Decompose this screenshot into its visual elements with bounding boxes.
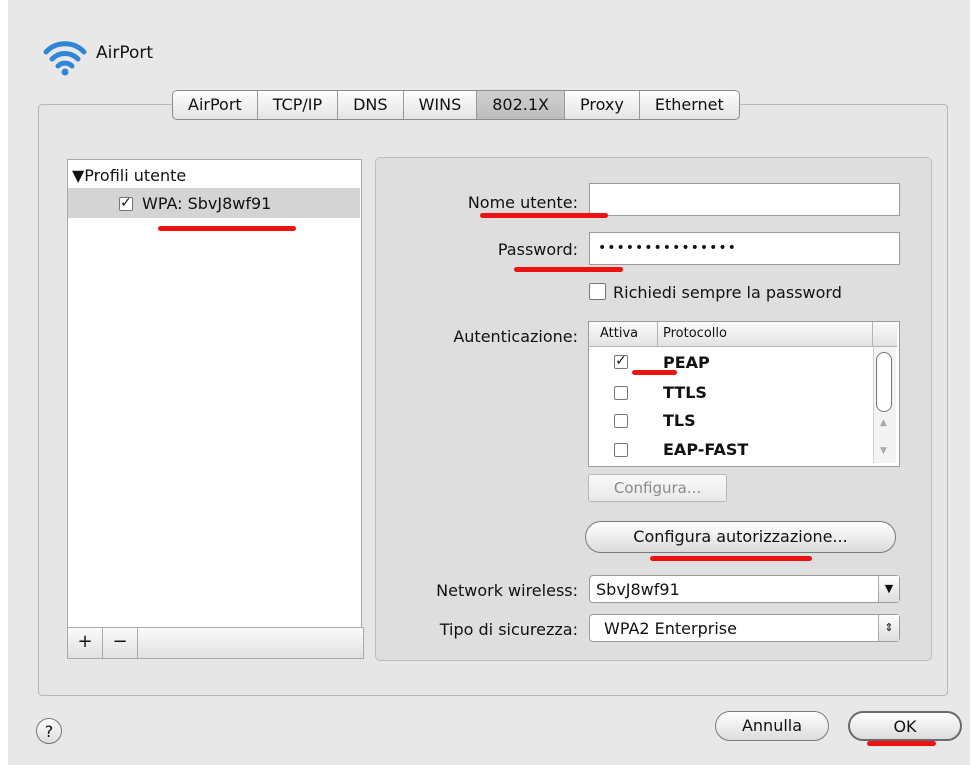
ok-button[interactable]: OK [848, 711, 962, 741]
help-button[interactable]: ? [36, 718, 62, 744]
annotation-underline [514, 267, 623, 272]
auth-col-divider [872, 322, 873, 346]
tab-tcpip[interactable]: TCP/IP [258, 91, 339, 119]
username-field[interactable] [589, 183, 900, 216]
tab-wins[interactable]: WINS [404, 91, 478, 119]
eap-fast-checkbox[interactable] [614, 443, 628, 457]
protocol-ttls[interactable]: TTLS [663, 383, 707, 402]
window-title: AirPort [96, 43, 154, 63]
wifi-icon [43, 41, 87, 76]
password-label: Password: [497, 240, 578, 259]
tab-ethernet[interactable]: Ethernet [640, 91, 739, 119]
wireless-network-value: SbvJ8wf91 [596, 580, 680, 599]
scrollbar-thumb[interactable] [876, 352, 892, 412]
tab-dns[interactable]: DNS [338, 91, 404, 119]
scroll-up-arrow-icon[interactable]: ▲ [880, 418, 887, 428]
ttls-checkbox[interactable] [614, 386, 628, 400]
configure-button[interactable]: Configura... [588, 474, 727, 502]
auth-label: Autenticazione: [453, 327, 578, 346]
annotation-underline [480, 213, 608, 218]
tab-8021x[interactable]: 802.1X [477, 91, 565, 119]
tab-proxy[interactable]: Proxy [565, 91, 640, 119]
peap-checkbox[interactable]: ✓ [614, 354, 628, 369]
chevron-down-icon[interactable]: ▼ [878, 576, 899, 602]
remove-profile-button[interactable]: − [103, 628, 138, 658]
auth-col-divider [657, 322, 658, 346]
annotation-underline [158, 226, 296, 231]
profile-item-label: WPA: SbvJ8wf91 [142, 194, 272, 213]
security-type-popup[interactable]: WPA2 Enterprise ⇕ [589, 614, 900, 642]
cancel-button[interactable]: Annulla [715, 711, 829, 741]
up-down-arrows-icon[interactable]: ⇕ [878, 615, 899, 641]
tls-checkbox[interactable] [614, 414, 628, 428]
auth-col-active[interactable]: Attiva [600, 326, 638, 341]
tab-bar: AirPort TCP/IP DNS WINS 802.1X Proxy Eth… [172, 90, 740, 120]
security-type-value: WPA2 Enterprise [604, 619, 737, 638]
annotation-underline [632, 370, 677, 375]
auth-col-protocol[interactable]: Protocollo [663, 326, 727, 341]
always-ask-checkbox[interactable] [589, 283, 606, 300]
password-value: ••••••••••••••• [598, 240, 737, 256]
protocol-eap-fast[interactable]: EAP-FAST [663, 440, 748, 459]
security-type-label: Tipo di sicurezza: [439, 620, 578, 639]
scroll-down-arrow-icon[interactable]: ▼ [880, 446, 887, 456]
profile-checkbox[interactable]: ✓ [119, 196, 133, 211]
annotation-underline [867, 741, 936, 746]
profile-list-footer: + − [67, 627, 364, 659]
wireless-network-label: Network wireless: [436, 581, 578, 600]
protocol-tls[interactable]: TLS [663, 411, 696, 430]
always-ask-label: Richiedi sempre la password [613, 283, 842, 302]
configure-trust-button[interactable]: Configura autorizzazione... [585, 521, 896, 553]
annotation-underline [650, 556, 812, 561]
tab-airport[interactable]: AirPort [173, 91, 258, 119]
wireless-network-combobox[interactable]: SbvJ8wf91 ▼ [589, 575, 900, 603]
profile-list-header[interactable]: ▼Profili utente [72, 166, 186, 185]
add-profile-button[interactable]: + [68, 628, 103, 658]
username-label: Nome utente: [467, 193, 578, 212]
